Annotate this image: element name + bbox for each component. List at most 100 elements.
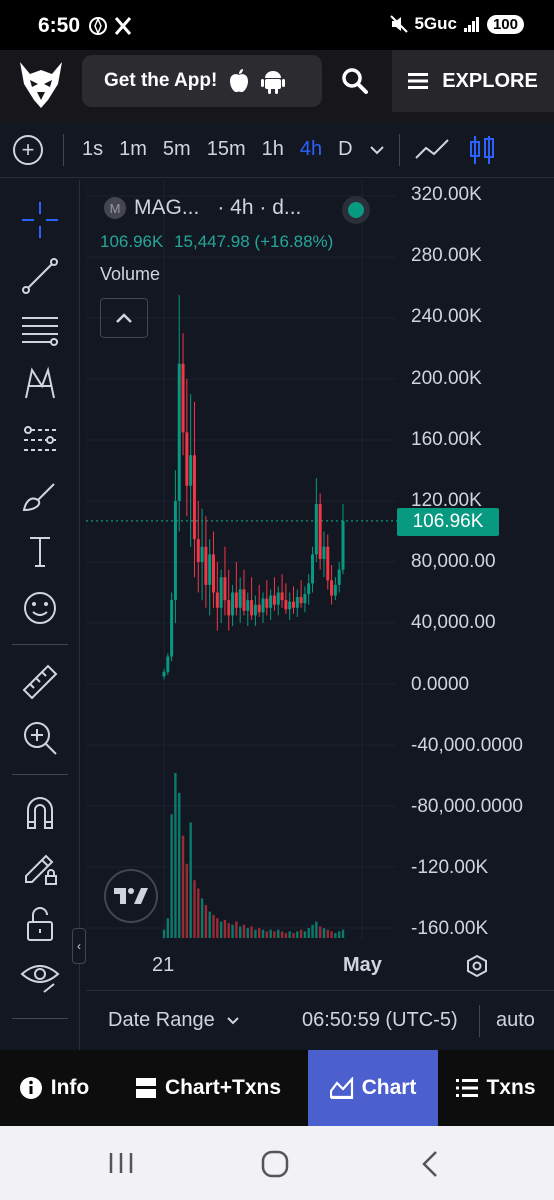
volume-bar	[166, 918, 170, 938]
timeframe-1h[interactable]: 1h	[262, 138, 284, 161]
unlock-icon[interactable]	[18, 902, 62, 946]
interval-text: · 4h · d...	[217, 196, 302, 219]
time-axis-label: 21	[152, 954, 175, 976]
candle-body	[162, 671, 166, 677]
candle-body	[265, 598, 269, 608]
drawing-toolbar	[0, 180, 80, 1050]
chart-settings-icon[interactable]	[465, 954, 489, 978]
get-app-button[interactable]: Get the App!	[82, 55, 322, 107]
volume-bar	[280, 931, 284, 938]
price-axis-label: 320.00K	[411, 184, 482, 205]
tradingview-logo-icon[interactable]	[104, 869, 158, 923]
timeframe-5m[interactable]: 5m	[163, 138, 191, 161]
date-range-button[interactable]: Date Range	[108, 1009, 240, 1032]
candle-body	[227, 600, 231, 616]
search-icon[interactable]	[340, 66, 370, 96]
explore-label: EXPLORE	[442, 69, 538, 92]
timeframe-1s[interactable]: 1s	[82, 138, 103, 161]
price-axis-label: -160.00K	[411, 918, 489, 940]
timeframe-15m[interactable]: 15m	[207, 138, 246, 161]
tab-chart[interactable]: Chart	[308, 1050, 438, 1126]
price-axis-label: 40,000.00	[411, 612, 496, 634]
trend-line-icon[interactable]	[18, 254, 62, 298]
volume-bar	[219, 921, 223, 938]
android-icon	[261, 71, 286, 94]
eye-icon[interactable]	[18, 954, 62, 998]
emoji-icon[interactable]	[18, 586, 62, 630]
current-price-tag: 106.96K	[397, 508, 499, 536]
volume-indicator-label[interactable]: Volume	[100, 264, 160, 285]
volume-bar	[178, 792, 181, 938]
crosshair-icon[interactable]	[18, 198, 62, 242]
toolbar-divider	[63, 133, 64, 166]
candle-body	[288, 601, 292, 610]
apple-icon	[230, 69, 249, 93]
chevron-down-icon[interactable]	[369, 145, 385, 155]
candle-body	[223, 577, 227, 601]
tab-info[interactable]: Info	[0, 1050, 108, 1126]
timeframe-toolbar: + 1s 1m 5m 15m 1h 4h D	[0, 122, 554, 178]
timeframe-d[interactable]: D	[338, 138, 352, 161]
recent-apps-icon[interactable]	[108, 1150, 134, 1176]
volume-bar	[334, 933, 337, 938]
line-chart-icon[interactable]	[414, 138, 450, 162]
toolbar-divider	[12, 1018, 68, 1019]
candle-body	[181, 363, 185, 433]
market-status-icon[interactable]	[342, 196, 370, 224]
tab-label: Chart+Txns	[164, 1076, 282, 1099]
volume-bar	[174, 773, 177, 938]
status-right: 5Guc 100	[390, 14, 524, 34]
candles-icon[interactable]	[468, 134, 496, 166]
symbol-name[interactable]: MAG...	[134, 196, 199, 220]
timeframe-1m[interactable]: 1m	[119, 138, 147, 161]
magnet-icon[interactable]	[18, 790, 62, 834]
volume-bar	[315, 921, 318, 938]
timeframe-4h[interactable]: 4h	[300, 138, 322, 161]
candle-body	[219, 577, 223, 608]
projection-icon[interactable]	[18, 418, 62, 462]
divider	[479, 1005, 480, 1037]
explore-button[interactable]: EXPLORE	[392, 50, 554, 112]
info-icon	[19, 1077, 42, 1099]
fib-lines-icon[interactable]	[18, 308, 62, 352]
tab-label: Txns	[486, 1076, 536, 1099]
candle-body	[246, 600, 250, 611]
volume-bar	[341, 929, 345, 938]
volume-bar	[296, 931, 299, 938]
lock-drawing-icon[interactable]	[18, 846, 62, 890]
timezone-label[interactable]: 06:50:59 (UTC-5)	[302, 1009, 458, 1032]
chevron-up-icon[interactable]	[100, 298, 148, 338]
brush-icon[interactable]	[18, 474, 62, 518]
volume-bar	[326, 929, 329, 938]
menu-icon	[408, 73, 429, 89]
auto-scale-button[interactable]: auto	[496, 1009, 535, 1032]
tab-label: Chart	[361, 1076, 417, 1099]
ruler-icon[interactable]	[18, 660, 62, 704]
candle-body	[204, 546, 208, 585]
volume-bar	[254, 929, 257, 938]
time-axis-label: May	[343, 954, 382, 976]
notification-icons	[88, 15, 148, 43]
volume-bar	[250, 926, 253, 938]
volume-bar	[273, 931, 276, 938]
pattern-icon[interactable]	[18, 362, 62, 406]
zoom-in-icon[interactable]	[18, 716, 62, 760]
back-icon[interactable]	[420, 1150, 440, 1178]
volume-bar	[193, 880, 196, 938]
split-layout-icon	[135, 1078, 156, 1098]
candle-body	[295, 597, 299, 608]
eagle-logo-icon[interactable]	[18, 60, 64, 110]
collapse-toolbar-button[interactable]: ‹	[72, 928, 86, 964]
candle-body	[231, 592, 235, 616]
candle-body	[291, 601, 295, 608]
tab-chart-txns[interactable]: Chart+Txns	[108, 1050, 308, 1126]
volume-bar	[208, 911, 211, 938]
add-symbol-icon[interactable]: +	[13, 134, 43, 165]
candle-body	[242, 589, 246, 611]
home-icon[interactable]	[261, 1150, 289, 1178]
candle-body	[318, 504, 322, 559]
text-tool-icon[interactable]	[18, 530, 62, 574]
candle-body	[337, 569, 341, 585]
price-axis-label: 200.00K	[411, 367, 482, 389]
tab-txns[interactable]: Txns	[438, 1050, 554, 1126]
